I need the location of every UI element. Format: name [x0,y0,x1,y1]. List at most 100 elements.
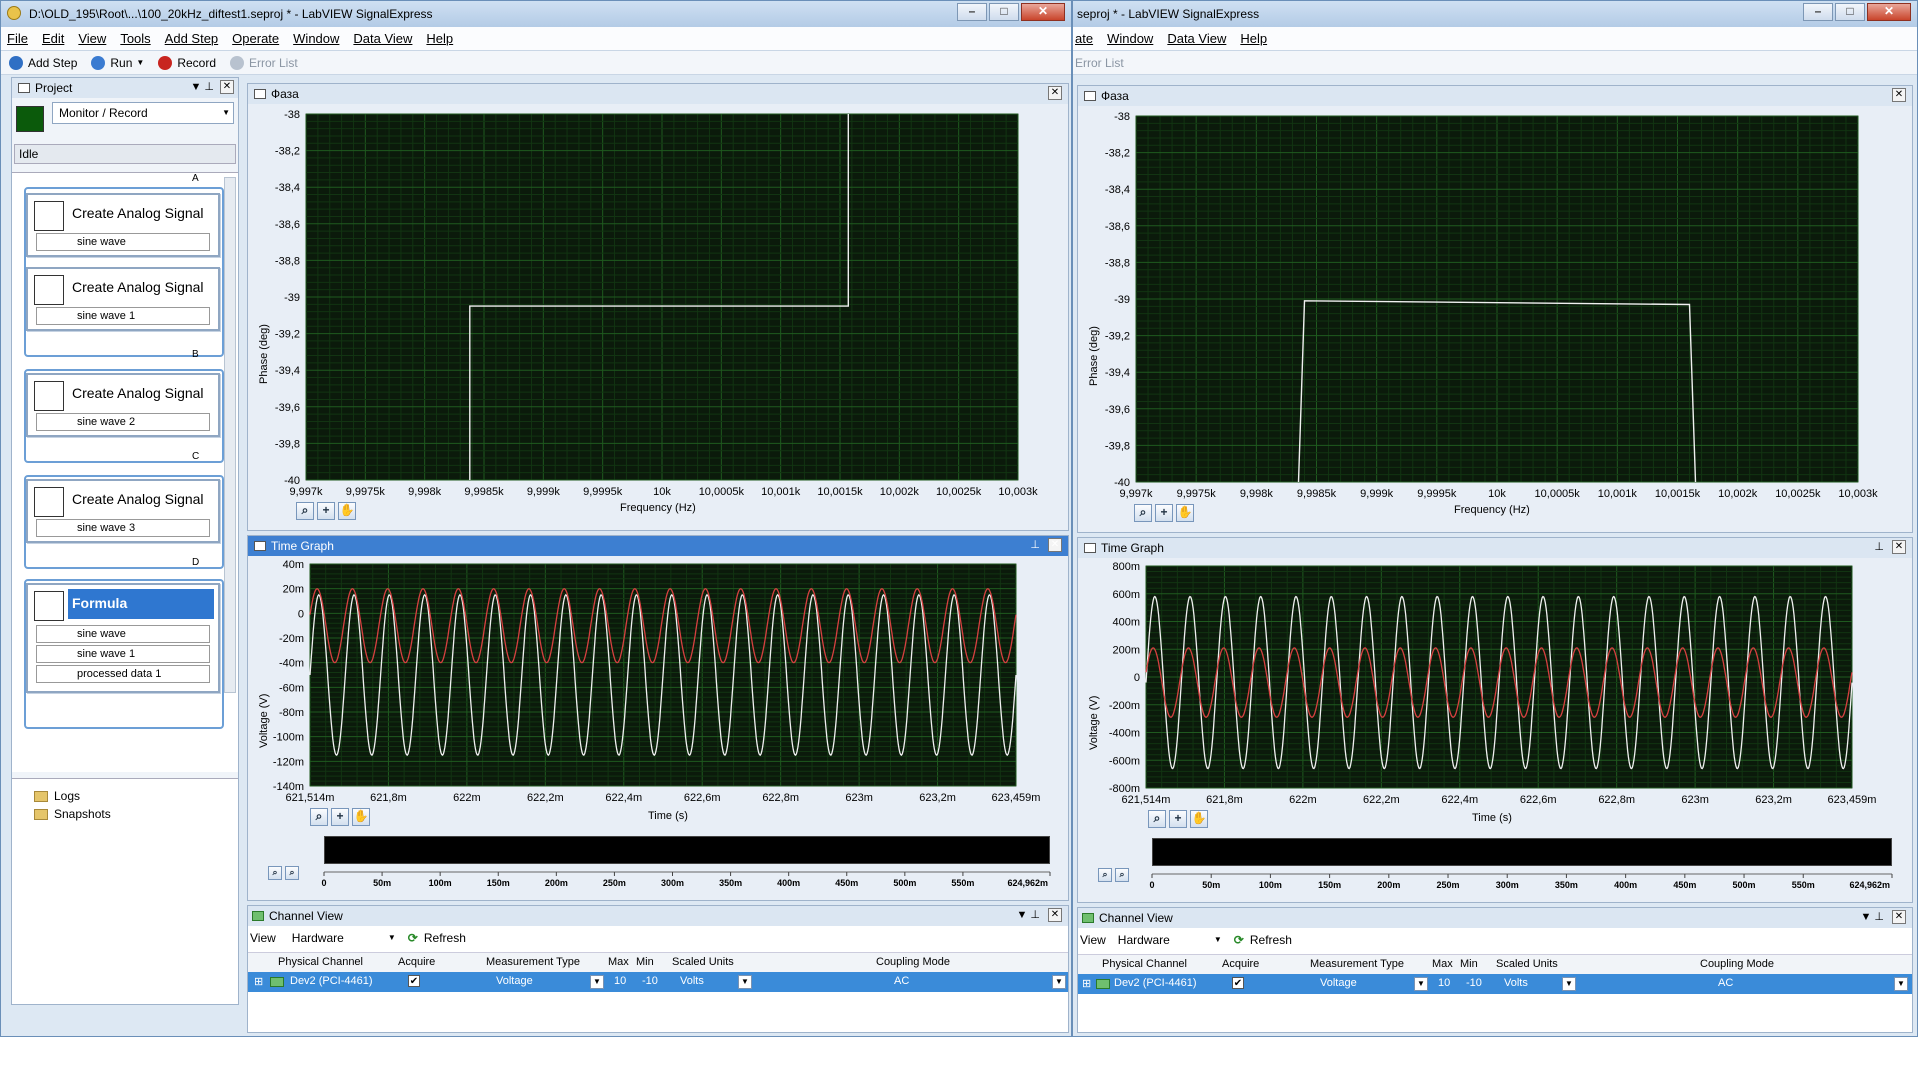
refresh-button[interactable]: Refresh [424,931,466,945]
coupling-mode-select[interactable]: AC [1718,977,1733,989]
step-output[interactable]: sine wave 1 [36,307,210,325]
right-menu-ate[interactable]: ate [1075,31,1093,46]
step-create-analog-signal-3[interactable]: Create Analog Signal sine wave 3 [26,479,220,543]
left-title-bar[interactable]: D:\OLD_195\Root\...\100_20kHz_diftest1.s… [1,1,1071,27]
column-header-coupling-mode[interactable]: Coupling Mode [876,956,950,968]
right-channel-row[interactable]: ⊞ Dev2 (PCI-4461) ✔ Voltage ▼ 10 -10 Vol… [1078,974,1912,994]
step-output[interactable]: sine wave 3 [36,519,210,537]
maximize-button[interactable]: □ [1835,3,1865,21]
measurement-dropdown-icon[interactable]: ▼ [590,975,604,989]
error-list-button[interactable]: Error List [1075,56,1124,70]
column-header-physical-channel[interactable]: Physical Channel [278,956,363,968]
step-list-scrollbar[interactable] [224,177,236,693]
left-channel-close-icon[interactable]: ✕ [1048,908,1062,922]
min-value[interactable]: -10 [642,975,658,987]
record-button[interactable]: Record [158,55,216,70]
run-dropdown-icon[interactable]: ▼ [136,58,144,67]
left-menu-edit[interactable]: Edit [42,31,64,46]
zoom-in-icon[interactable]: ⌕ [1115,868,1129,882]
coupling-mode-select[interactable]: AC [894,975,909,987]
column-header-min[interactable]: Min [1460,958,1478,970]
minimize-button[interactable]: – [1803,3,1833,21]
crosshair-icon[interactable]: + [317,502,335,520]
coupling-dropdown-icon[interactable]: ▼ [1052,975,1066,989]
scaled-units-select[interactable]: Volts [1504,977,1528,989]
column-header-min[interactable]: Min [636,956,654,968]
column-header-scaled-units[interactable]: Scaled Units [1496,958,1558,970]
left-menu-tools[interactable]: Tools [120,31,150,46]
step-formula[interactable]: Formula sine wave sine wave 1 processed … [26,583,220,693]
step-create-analog-signal-1[interactable]: Create Analog Signal sine wave 1 [26,267,220,331]
zoom-icon[interactable]: ⌕ [296,502,314,520]
step-create-analog-signal-2[interactable]: Create Analog Signal sine wave 2 [26,373,220,437]
left-menu-operate[interactable]: Operate [232,31,279,46]
column-header-scaled-units[interactable]: Scaled Units [672,956,734,968]
tree-item-snapshots[interactable]: Snapshots [34,807,111,821]
right-menu-help[interactable]: Help [1240,31,1267,46]
left-menu-help[interactable]: Help [426,31,453,46]
mode-select[interactable]: Monitor / Record ▼ [52,102,234,124]
formula-input-0[interactable]: sine wave [36,625,210,643]
column-header-measurement-type[interactable]: Measurement Type [486,956,580,968]
measurement-type-select[interactable]: Voltage [496,975,533,987]
expand-icon[interactable]: ⊞ [1082,977,1091,990]
crosshair-icon[interactable]: + [1155,504,1173,522]
acquire-checkbox[interactable]: ✔ [408,975,420,987]
mode-dropdown-icon[interactable]: ▼ [222,103,230,123]
max-value[interactable]: 10 [1438,977,1450,989]
left-menu-file[interactable]: File [7,31,28,46]
units-dropdown-icon[interactable]: ▼ [1562,977,1576,991]
right-phase-chart[interactable]: -38 -38,2 -38,4 -38,6 -38,8 -39 -39,2 -39,4 -39,… [1078,86,1914,534]
project-pin-icon[interactable]: ▼ ⊥ [190,80,214,93]
close-button[interactable]: ✕ [1021,3,1065,21]
zoom-out-icon[interactable]: ⌕ [1098,868,1112,882]
column-header-max[interactable]: Max [1432,958,1453,970]
column-header-measurement-type[interactable]: Measurement Type [1310,958,1404,970]
refresh-button[interactable]: Refresh [1250,933,1292,947]
add-step-button[interactable]: Add Step [9,55,77,70]
left-channel-row[interactable]: ⊞ Dev2 (PCI-4461) ✔ Voltage ▼ 10 -10 Vol… [248,972,1068,992]
left-menu-data-view[interactable]: Data View [353,31,412,46]
units-dropdown-icon[interactable]: ▼ [738,975,752,989]
left-phase-chart[interactable]: -38 -38,2 -38,4 -38,6 -38,8 -39 -39,2 -39,4 -39,… [248,84,1070,532]
minimize-button[interactable]: – [957,3,987,21]
step-output[interactable]: sine wave [36,233,210,251]
view-dropdown-icon[interactable]: ▼ [1214,935,1222,944]
max-value[interactable]: 10 [614,975,626,987]
formula-output[interactable]: processed data 1 [36,665,210,683]
measurement-type-select[interactable]: Voltage [1320,977,1357,989]
project-close-icon[interactable]: ✕ [220,80,234,94]
pan-hand-icon[interactable]: ✋ [338,502,356,520]
tree-item-logs[interactable]: Logs [34,789,80,803]
scaled-units-select[interactable]: Volts [680,975,704,987]
left-menu-window[interactable]: Window [293,31,339,46]
expand-icon[interactable]: ⊞ [254,975,263,988]
column-header-acquire[interactable]: Acquire [1222,958,1259,970]
right-menu-window[interactable]: Window [1107,31,1153,46]
view-select[interactable]: Hardware ▼ [1118,933,1222,947]
column-header-acquire[interactable]: Acquire [398,956,435,968]
step-output[interactable]: sine wave 2 [36,413,210,431]
acquire-checkbox[interactable]: ✔ [1232,977,1244,989]
view-dropdown-icon[interactable]: ▼ [388,933,396,942]
column-header-coupling-mode[interactable]: Coupling Mode [1700,958,1774,970]
error-list-button[interactable]: Error List [230,55,298,70]
run-button[interactable]: Run ▼ [91,55,144,70]
left-menu-view[interactable]: View [78,31,106,46]
measurement-dropdown-icon[interactable]: ▼ [1414,977,1428,991]
right-title-bar[interactable]: seproj * - LabVIEW SignalExpress – □ ✕ [1073,1,1917,27]
min-value[interactable]: -10 [1466,977,1482,989]
column-header-max[interactable]: Max [608,956,629,968]
formula-input-1[interactable]: sine wave 1 [36,645,210,663]
pin-icon[interactable]: ▼ ⊥ [1860,910,1884,923]
column-header-physical-channel[interactable]: Physical Channel [1102,958,1187,970]
right-channel-close-icon[interactable]: ✕ [1892,910,1906,924]
zoom-icon[interactable]: ⌕ [1134,504,1152,522]
step-list[interactable]: A B C D Create Analog Signal sine wave C… [12,172,238,772]
left-menu-add-step[interactable]: Add Step [165,31,219,46]
refresh-icon[interactable]: ⟳ [1234,933,1244,947]
view-select[interactable]: Hardware ▼ [292,931,396,945]
refresh-icon[interactable]: ⟳ [408,931,418,945]
pan-hand-icon[interactable]: ✋ [1176,504,1194,522]
right-menu-data-view[interactable]: Data View [1167,31,1226,46]
